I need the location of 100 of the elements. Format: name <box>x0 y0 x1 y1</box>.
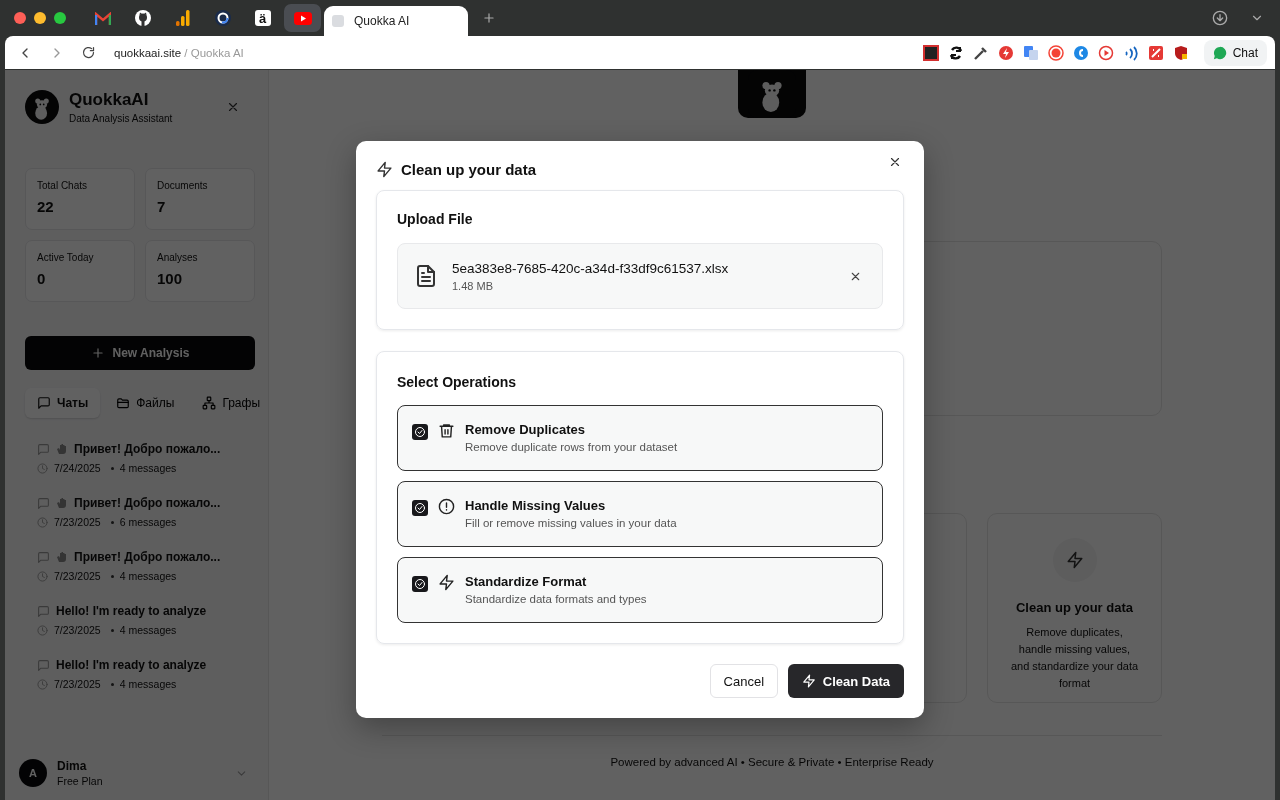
checkbox[interactable] <box>412 576 428 592</box>
chat-date: 7/23/2025 <box>54 516 101 528</box>
clock-icon <box>37 570 48 582</box>
feature-description: Remove duplicates, handle missing values, and standardize your data format <box>1009 625 1140 691</box>
clean-data-button[interactable]: Clean Data <box>787 664 904 698</box>
chat-icon <box>37 496 50 510</box>
chat-item[interactable]: Привет! Добро пожало... 7/24/2025 4 messages <box>37 442 268 474</box>
check-icon <box>414 502 426 514</box>
sync-icon[interactable] <box>947 44 964 61</box>
chat-icon <box>37 396 51 410</box>
operation-option[interactable]: Standardize Format Standardize data formats and types <box>397 557 883 623</box>
lightning-badge-icon[interactable] <box>997 44 1014 61</box>
record-icon[interactable] <box>1047 44 1064 61</box>
file-size: 1.48 MB <box>452 279 494 292</box>
trash-icon <box>438 422 455 439</box>
dialog-title: Clean up your data <box>401 161 537 178</box>
chat-icon <box>37 658 50 672</box>
percent-icon[interactable] <box>1147 44 1164 61</box>
new-analysis-button[interactable]: New Analysis <box>25 336 255 370</box>
shield-icon[interactable] <box>1172 44 1189 61</box>
stat-value: 0 <box>37 270 47 287</box>
alert-icon <box>438 498 455 515</box>
letter-logo-icon: ä <box>254 10 271 26</box>
chat-icon <box>37 442 50 456</box>
lightning-icon <box>801 674 816 688</box>
operation-title: Standardize Format <box>465 574 588 589</box>
clock-icon <box>37 462 48 474</box>
chat-button[interactable]: Chat <box>1203 39 1267 66</box>
operation-title: Handle Missing Values <box>465 498 607 513</box>
cat-silhouette-icon <box>134 10 151 26</box>
sidebar-tab[interactable]: Чаты <box>25 388 101 418</box>
message-count: 4 messages <box>119 678 177 690</box>
chat-item[interactable]: Привет! Добро пожало... 7/23/2025 6 messages <box>37 496 268 528</box>
close-icon <box>888 155 902 169</box>
chat-item[interactable]: Привет! Добро пожало... 7/23/2025 4 messages <box>37 550 268 582</box>
chat-date: 7/23/2025 <box>54 624 101 636</box>
speech-bubble-icon <box>1212 45 1227 60</box>
chat-icon <box>37 550 50 564</box>
message-count: 6 messages <box>119 516 177 528</box>
clock-icon <box>37 516 48 528</box>
section-title: Upload File <box>397 211 474 227</box>
new-tab-icon <box>482 11 496 25</box>
operation-option[interactable]: Remove Duplicates Remove duplicate rows from your dataset <box>397 405 883 471</box>
checkbox[interactable] <box>412 500 428 516</box>
user-name: Dima <box>57 759 88 773</box>
graph-icon <box>202 396 217 410</box>
checkbox[interactable] <box>412 424 428 440</box>
stat-label: Documents <box>157 180 209 191</box>
chat-title: Привет! Добро пожало... <box>74 496 221 510</box>
lightning-icon <box>1065 551 1084 569</box>
app-name: QuokkaAI <box>69 90 150 110</box>
cancel-button[interactable]: Cancel <box>709 664 778 698</box>
app-logo <box>25 90 59 124</box>
operation-option[interactable]: Handle Missing Values Fill or remove missing values in your data <box>397 481 883 547</box>
chat-item[interactable]: Hello! I'm ready to analyze 7/23/2025 4 messages <box>37 658 268 690</box>
message-count: 4 messages <box>119 570 177 582</box>
lightning-icon <box>376 161 393 178</box>
chat-date: 7/23/2025 <box>54 678 101 690</box>
footer-text: Powered by advanced AI • Secure & Private • Enterprise Ready <box>382 735 1162 768</box>
close-window-button[interactable] <box>14 12 26 24</box>
square-logo-icon[interactable] <box>922 44 939 61</box>
play-circle-icon[interactable] <box>1097 44 1114 61</box>
stat-value: 22 <box>37 198 55 215</box>
section-title: Select Operations <box>397 374 518 390</box>
feature-title: Clean up your data <box>1016 600 1133 615</box>
check-icon <box>414 426 426 438</box>
eyedropper-icon[interactable] <box>972 44 989 61</box>
chat-date: 7/24/2025 <box>54 462 101 474</box>
circle-logo-icon[interactable] <box>1072 44 1089 61</box>
operation-title: Remove Duplicates <box>465 422 586 437</box>
folder-icon <box>116 396 131 410</box>
sidebar-tab[interactable]: Графы <box>190 388 273 418</box>
message-count: 4 messages <box>119 624 177 636</box>
address-bar[interactable]: quokkaai.site / Quokka AI <box>114 46 244 59</box>
minimize-window-button[interactable] <box>34 12 46 24</box>
operation-description: Standardize data formats and types <box>465 593 647 605</box>
bar-chart-icon <box>175 10 190 26</box>
chat-date: 7/23/2025 <box>54 570 101 582</box>
user-menu[interactable]: A Dima Free Plan <box>19 759 268 800</box>
operation-description: Remove duplicate rows from your dataset <box>465 441 678 453</box>
document-icon <box>414 264 438 288</box>
download-icon <box>1212 10 1228 26</box>
user-plan: Free Plan <box>57 775 103 787</box>
chat-title: Hello! I'm ready to analyze <box>56 604 207 618</box>
feature-card[interactable]: Clean up your data Remove duplicates, handle missing values, and standardize your data format <box>987 513 1162 703</box>
tab-title: Quokka AI <box>354 14 410 28</box>
pinned-tab[interactable]: ä <box>244 4 281 32</box>
check-icon <box>414 578 426 590</box>
clock-icon <box>37 678 48 690</box>
maximize-window-button[interactable] <box>54 12 66 24</box>
stat-label: Total Chats <box>37 180 89 191</box>
close-icon <box>226 100 240 114</box>
sidebar-tab[interactable]: Файлы <box>104 388 187 418</box>
stat-label: Active Today <box>37 252 95 263</box>
operation-description: Fill or remove missing values in your data <box>465 517 677 529</box>
message-count: 4 messages <box>119 462 177 474</box>
browser-tab[interactable]: Quokka AI <box>324 6 468 36</box>
lightning-icon <box>438 574 455 591</box>
chat-item[interactable]: Hello! I'm ready to analyze 7/23/2025 4 messages <box>37 604 268 636</box>
chat-icon <box>37 604 50 618</box>
